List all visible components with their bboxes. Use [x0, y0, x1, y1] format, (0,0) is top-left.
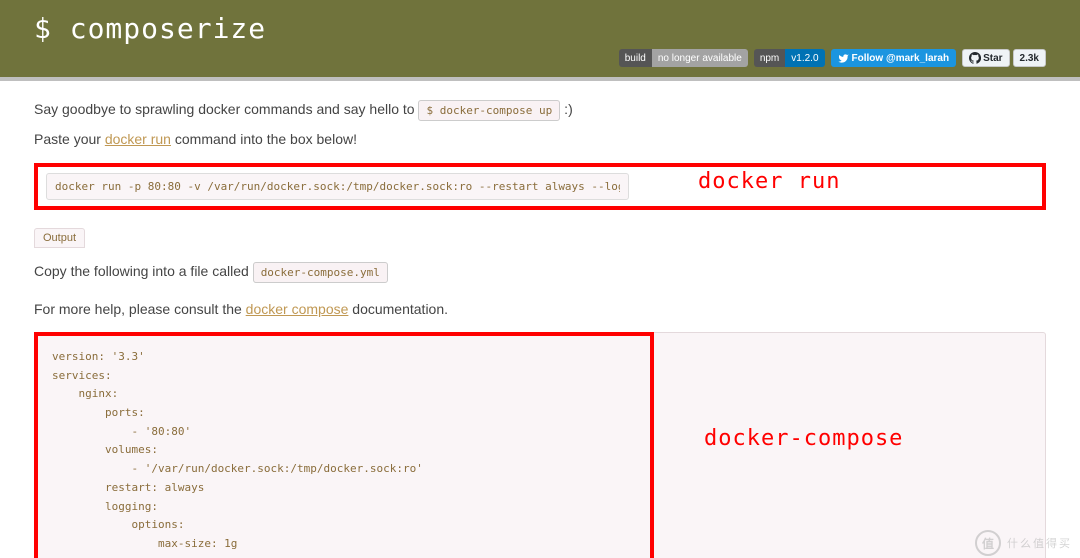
docker-command-input[interactable] — [46, 173, 629, 200]
page-header: $ composerize build no longer available … — [0, 0, 1080, 77]
output-yaml[interactable]: version: '3.3' services: nginx: ports: -… — [38, 336, 650, 558]
npm-badge[interactable]: npm v1.2.0 — [754, 49, 825, 67]
github-star-button[interactable]: Star 2.3k — [962, 49, 1046, 67]
intro-line-2: Paste your docker run command into the b… — [34, 125, 1046, 153]
watermark-text: 什么值得买 — [1007, 535, 1072, 551]
code-chip-compose-up: $ docker-compose up — [418, 100, 560, 121]
annotation-label-input: docker run — [698, 169, 840, 194]
docker-run-link[interactable]: docker run — [105, 131, 171, 147]
annotation-label-output: docker-compose — [704, 426, 903, 451]
output-tab[interactable]: Output — [34, 228, 85, 248]
badge-row: build no longer available npm v1.2.0 Fol… — [34, 45, 1046, 73]
github-icon — [969, 52, 981, 64]
output-annotation-box: version: '3.3' services: nginx: ports: -… — [34, 332, 654, 558]
output-desc-1: Copy the following into a file called do… — [34, 258, 1046, 286]
docker-compose-doc-link[interactable]: docker compose — [246, 301, 349, 317]
input-annotation-box: docker run — [34, 163, 1046, 210]
twitter-icon — [838, 53, 849, 64]
watermark-icon: 值 — [975, 530, 1001, 556]
output-desc-2: For more help, please consult the docker… — [34, 296, 1046, 322]
intro-line-1: Say goodbye to sprawling docker commands… — [34, 95, 1046, 125]
build-badge[interactable]: build no longer available — [619, 49, 748, 67]
page-title: $ composerize — [34, 12, 1046, 45]
watermark: 值 什么值得买 — [975, 530, 1072, 556]
code-chip-filename: docker-compose.yml — [253, 262, 388, 283]
twitter-follow-button[interactable]: Follow @mark_larah — [831, 49, 957, 67]
